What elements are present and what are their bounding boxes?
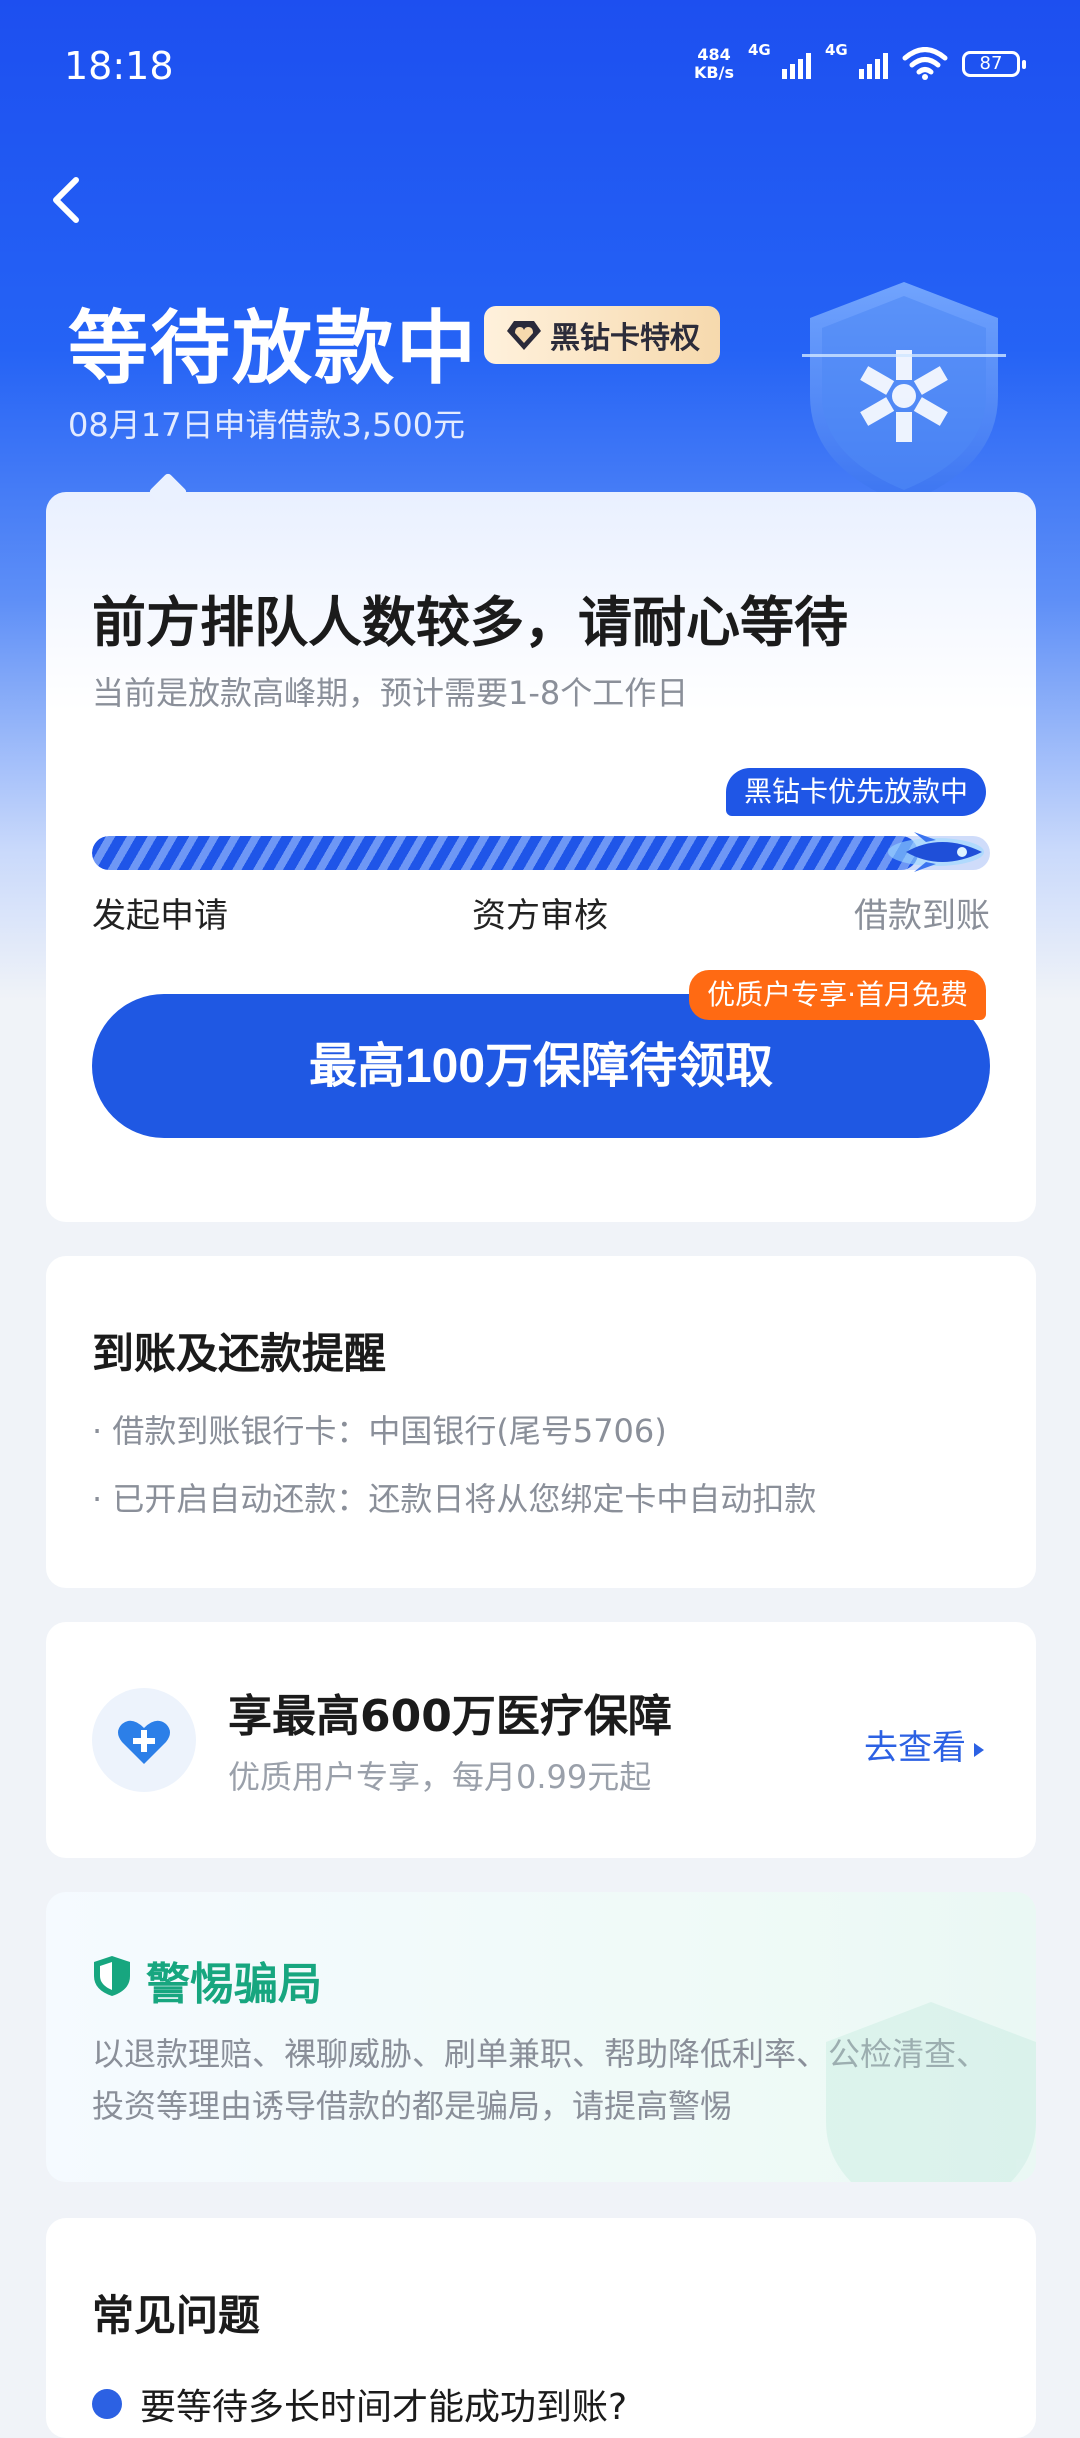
step-arrival: 借款到账: [854, 896, 990, 936]
loan-status-card: 前方排队人数较多，请耐心等待 当前是放款高峰期，预计需要1-8个工作日 黑钻卡优…: [46, 492, 1036, 1222]
network-speed: 484 KB/s: [694, 46, 734, 82]
loan-progress-bar: [92, 836, 990, 870]
insurance-card[interactable]: 享最高600万医疗保障 优质用户专享，每月0.99元起 去查看: [46, 1622, 1036, 1858]
insurance-subtitle: 优质用户专享，每月0.99元起: [228, 1758, 652, 1796]
step-review: 资方审核: [472, 896, 608, 936]
chevron-left-icon[interactable]: [46, 172, 86, 228]
status-time: 18:18: [64, 44, 174, 88]
signal-sim2-icon: 4G: [825, 41, 888, 79]
page-title: 等待放款中: [68, 302, 478, 395]
signal-sim1-icon: 4G: [748, 41, 811, 79]
shield-logo-icon: [802, 282, 1006, 504]
caret-right-icon: [974, 1742, 984, 1757]
network-speed-unit: KB/s: [694, 63, 734, 82]
faq-title: 常见问题: [92, 2291, 261, 2340]
fraud-warning-title: 警惕骗局: [146, 1959, 322, 2010]
faq-bullet-icon: [92, 2389, 122, 2419]
reminder-item: · 已开启自动还款：还款日将从您绑定卡中自动扣款: [92, 1480, 817, 1518]
diamond-heart-icon: [507, 321, 541, 350]
faq-card: 常见问题 要等待多长时间才能成功到账?: [46, 2218, 1036, 2438]
faq-question: 要等待多长时间才能成功到账?: [140, 2387, 628, 2428]
shield-check-icon: [94, 1956, 130, 1996]
sim2-tech-label: 4G: [825, 41, 848, 59]
network-speed-value: 484: [697, 45, 731, 64]
reminder-title: 到账及还款提醒: [92, 1329, 387, 1378]
loan-application-info: 08月17日申请借款3,500元: [68, 406, 466, 444]
vip-badge: 黑钻卡特权: [484, 306, 720, 364]
queue-description: 当前是放款高峰期，预计需要1-8个工作日: [92, 674, 689, 712]
status-icons: 484 KB/s 4G 4G 87: [694, 41, 1026, 82]
queue-headline: 前方排队人数较多，请耐心等待: [92, 591, 848, 654]
faq-item[interactable]: 要等待多长时间才能成功到账?: [92, 2378, 627, 2430]
shield-watermark-icon: [826, 2002, 1036, 2182]
wifi-icon: [902, 47, 948, 80]
sim1-tech-label: 4G: [748, 41, 771, 59]
reminder-item: · 借款到账银行卡：中国银行(尾号5706): [92, 1412, 667, 1450]
priority-tag: 黑钻卡优先放款中: [725, 768, 986, 816]
battery-icon: 87: [962, 51, 1026, 77]
promo-tag: 优质户专享·首月免费: [689, 970, 986, 1020]
vip-badge-label: 黑钻卡特权: [550, 321, 700, 356]
status-bar: 18:18 484 KB/s 4G 4G 87: [0, 0, 1080, 140]
rocket-icon: [888, 832, 984, 872]
step-apply: 发起申请: [92, 896, 228, 936]
medical-heart-icon: [92, 1688, 196, 1792]
view-insurance-label: 去查看: [864, 1728, 966, 1768]
insurance-title: 享最高600万医疗保障: [228, 1691, 672, 1742]
loan-progress-fill: [92, 836, 919, 870]
fraud-warning-card: 警惕骗局 以退款理赔、裸聊威胁、刷单兼职、帮助降低利率、公检清查、投资等理由诱导…: [46, 1892, 1036, 2182]
repayment-reminder-card: 到账及还款提醒 · 借款到账银行卡：中国银行(尾号5706) · 已开启自动还款…: [46, 1256, 1036, 1588]
view-insurance-link[interactable]: 去查看: [864, 1720, 986, 1769]
